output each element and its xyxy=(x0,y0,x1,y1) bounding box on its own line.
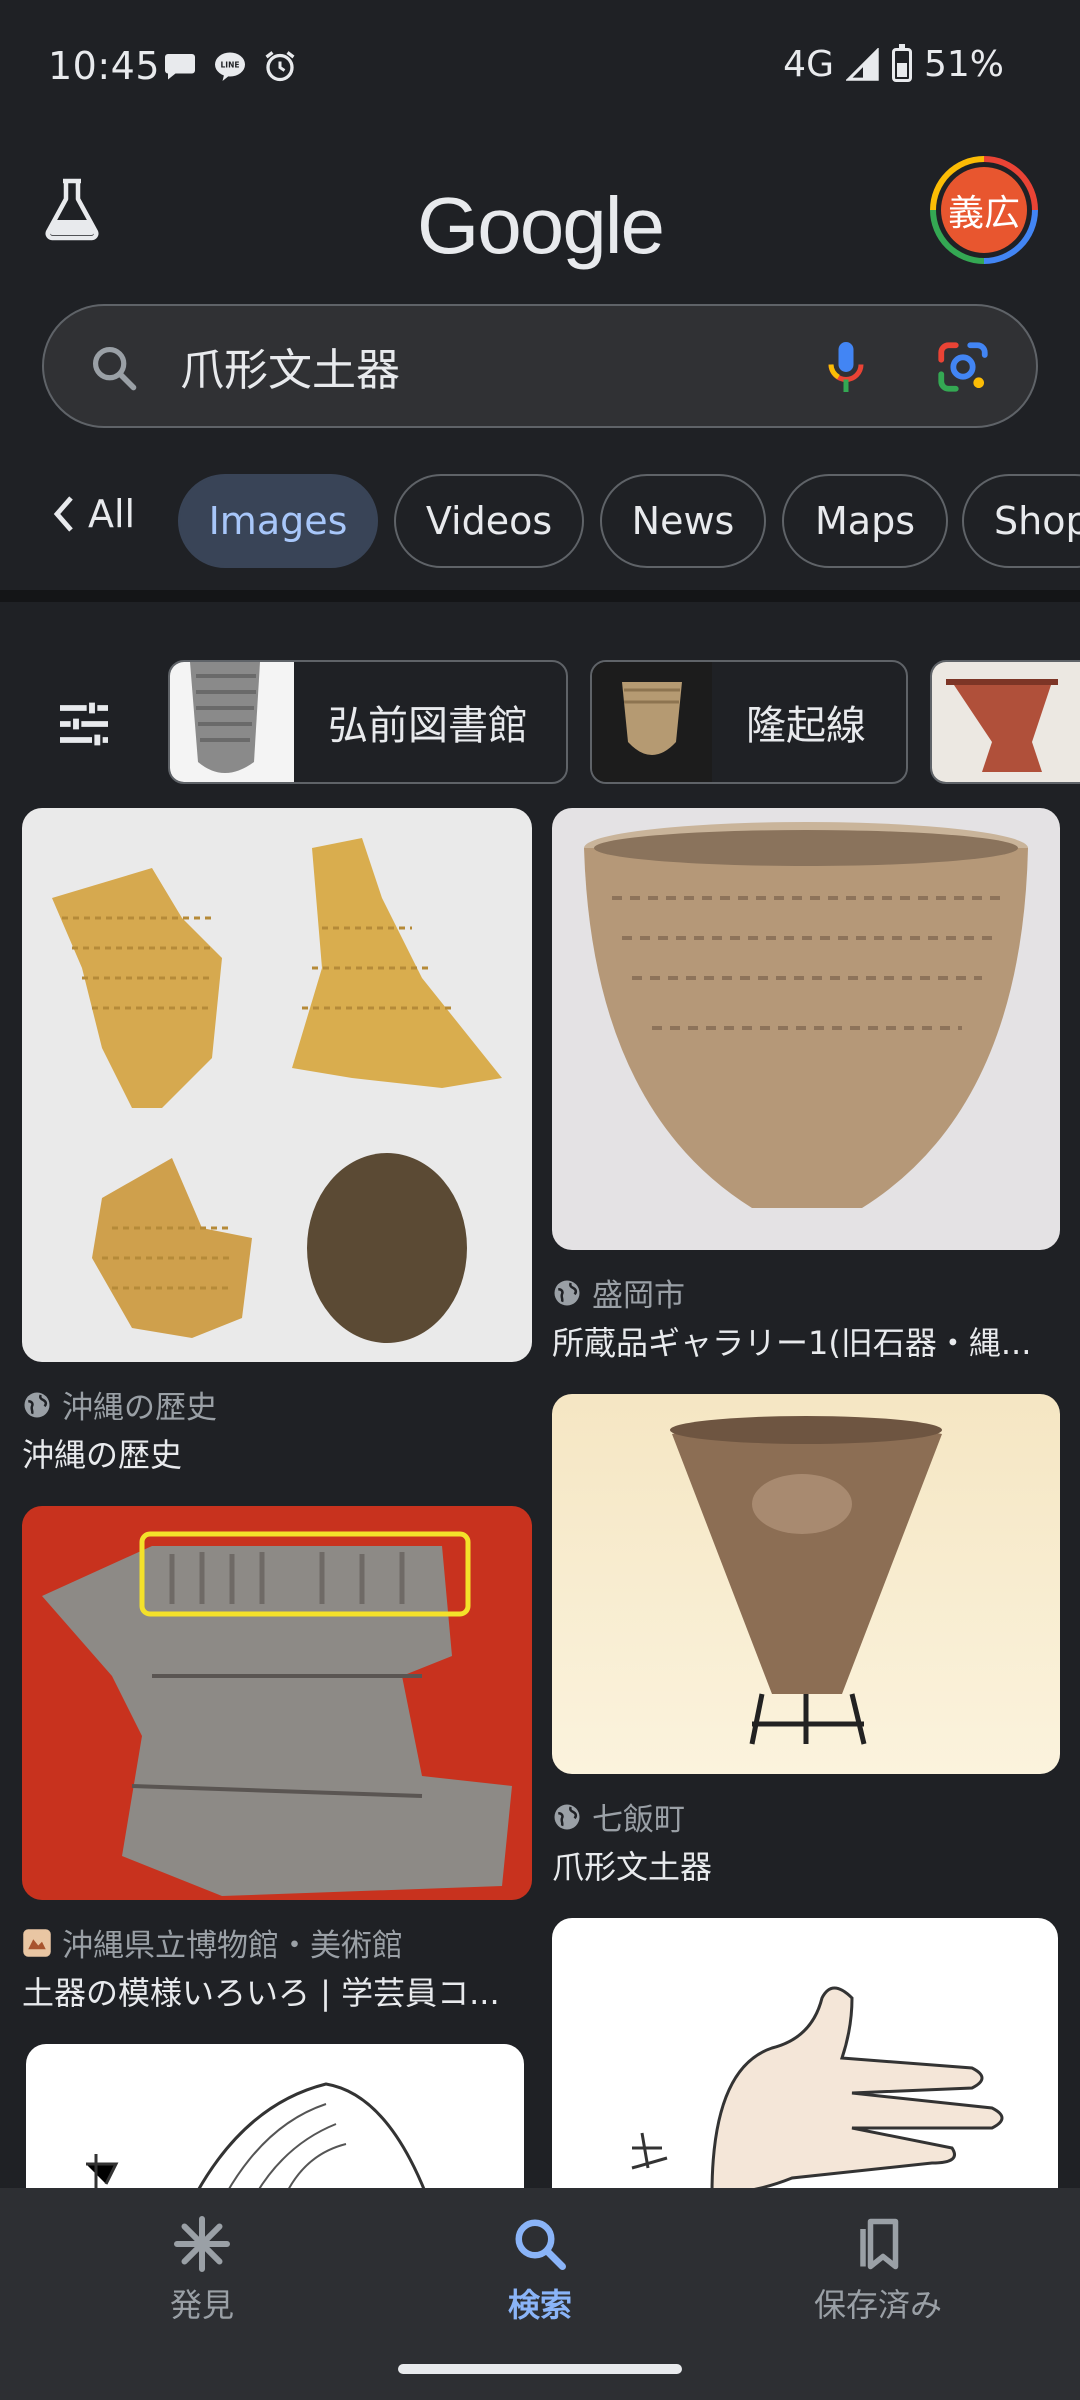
tab-videos-label: Videos xyxy=(425,499,553,543)
battery-percent: 51% xyxy=(923,44,1004,85)
result-image[interactable] xyxy=(26,2044,524,2194)
asterisk-icon xyxy=(174,2216,230,2272)
tab-all[interactable]: All xyxy=(48,492,135,536)
chip-thumbnail xyxy=(932,662,1080,782)
globe-icon xyxy=(24,1392,50,1417)
tab-news[interactable]: News xyxy=(600,474,766,568)
line-app-icon: LINE xyxy=(215,52,245,81)
status-time: 10:45 xyxy=(48,44,161,88)
result-source[interactable]: 七飯町 xyxy=(552,1794,685,1839)
chip-thumbnail xyxy=(170,662,294,782)
site-favicon-icon xyxy=(23,1928,51,1957)
result-source[interactable]: 盛岡市 xyxy=(552,1270,685,1315)
tab-images[interactable]: Images xyxy=(178,474,378,568)
nav-discover-label: 発見 xyxy=(169,2286,234,2324)
battery-icon xyxy=(891,43,912,82)
result-title[interactable]: 爪形文土器 xyxy=(552,1842,1062,1888)
tab-all-label: All xyxy=(88,492,136,536)
related-chip[interactable]: 弘前図書館 xyxy=(168,660,568,784)
tab-news-label: News xyxy=(631,499,735,543)
bookmark-icon xyxy=(860,2218,899,2270)
section-divider xyxy=(0,590,1080,602)
tab-images-label: Images xyxy=(208,499,348,543)
google-lens-icon[interactable] xyxy=(934,338,992,396)
search-type-tabs: All Images Videos News Maps Shop xyxy=(0,474,1080,574)
result-source-name: 沖縄県立博物館・美術館 xyxy=(62,1928,403,1964)
chat-bubble-icon xyxy=(165,54,195,80)
result-source-name: 盛岡市 xyxy=(592,1278,685,1314)
result-image[interactable] xyxy=(552,1918,1058,2194)
search-icon xyxy=(92,346,137,391)
status-bar: 10:45 LINE 4G 51% xyxy=(0,0,1080,140)
avatar-ring: 義広 xyxy=(936,162,1032,258)
voice-search-mic-icon[interactable] xyxy=(816,336,876,398)
tab-shopping[interactable]: Shop xyxy=(962,474,1080,568)
result-title[interactable]: 沖縄の歴史 xyxy=(22,1430,532,1476)
network-label: 4G xyxy=(783,44,834,85)
search-input[interactable] xyxy=(180,340,780,391)
result-title[interactable]: 所蔵品ギャラリー1(旧石器・縄... xyxy=(552,1318,1062,1364)
search-icon xyxy=(515,2219,566,2270)
result-source[interactable]: 沖縄の歴史 xyxy=(22,1382,217,1427)
account-avatar[interactable]: 義広 xyxy=(930,156,1038,264)
result-image[interactable] xyxy=(552,808,1060,1250)
result-image[interactable] xyxy=(22,808,532,1362)
chevron-left-icon xyxy=(53,496,73,532)
tab-videos[interactable]: Videos xyxy=(394,474,584,568)
gesture-home-bar[interactable] xyxy=(398,2364,682,2374)
filter-settings-icon[interactable] xyxy=(52,692,116,756)
tab-maps-label: Maps xyxy=(815,499,915,543)
status-right: 4G 51% xyxy=(783,43,1004,85)
nav-search-label: 検索 xyxy=(507,2286,572,2324)
globe-icon xyxy=(554,1280,580,1305)
related-chip[interactable]: 隆起線 xyxy=(590,660,908,784)
related-chip[interactable] xyxy=(930,660,1080,784)
alarm-icon xyxy=(265,51,295,82)
nav-discover[interactable]: 発見 xyxy=(102,2214,302,2326)
chip-thumbnail xyxy=(592,662,712,782)
tab-shopping-label: Shop xyxy=(994,499,1080,543)
result-title[interactable]: 土器の模様いろいろ | 学芸員コ... xyxy=(22,1968,532,2014)
avatar-initials: 義広 xyxy=(941,167,1027,253)
signal-icon xyxy=(845,47,879,81)
nav-saved-label: 保存済み xyxy=(813,2286,942,2324)
nav-search[interactable]: 検索 xyxy=(440,2214,640,2326)
result-image[interactable] xyxy=(22,1506,532,1900)
search-box[interactable] xyxy=(42,304,1038,428)
result-source-name: 七飯町 xyxy=(592,1802,685,1838)
google-logo: Google xyxy=(417,181,665,270)
notification-icons: LINE xyxy=(162,48,298,84)
result-image[interactable] xyxy=(552,1394,1060,1774)
nav-saved[interactable]: 保存済み xyxy=(778,2214,978,2326)
chip-label: 弘前図書館 xyxy=(328,703,528,749)
result-source[interactable]: 沖縄県立博物館・美術館 xyxy=(22,1920,403,1965)
globe-icon xyxy=(554,1804,580,1829)
svg-text:LINE: LINE xyxy=(221,61,240,70)
result-source-name: 沖縄の歴史 xyxy=(62,1390,217,1426)
chip-label: 隆起線 xyxy=(746,703,866,749)
tab-maps[interactable]: Maps xyxy=(782,474,948,568)
